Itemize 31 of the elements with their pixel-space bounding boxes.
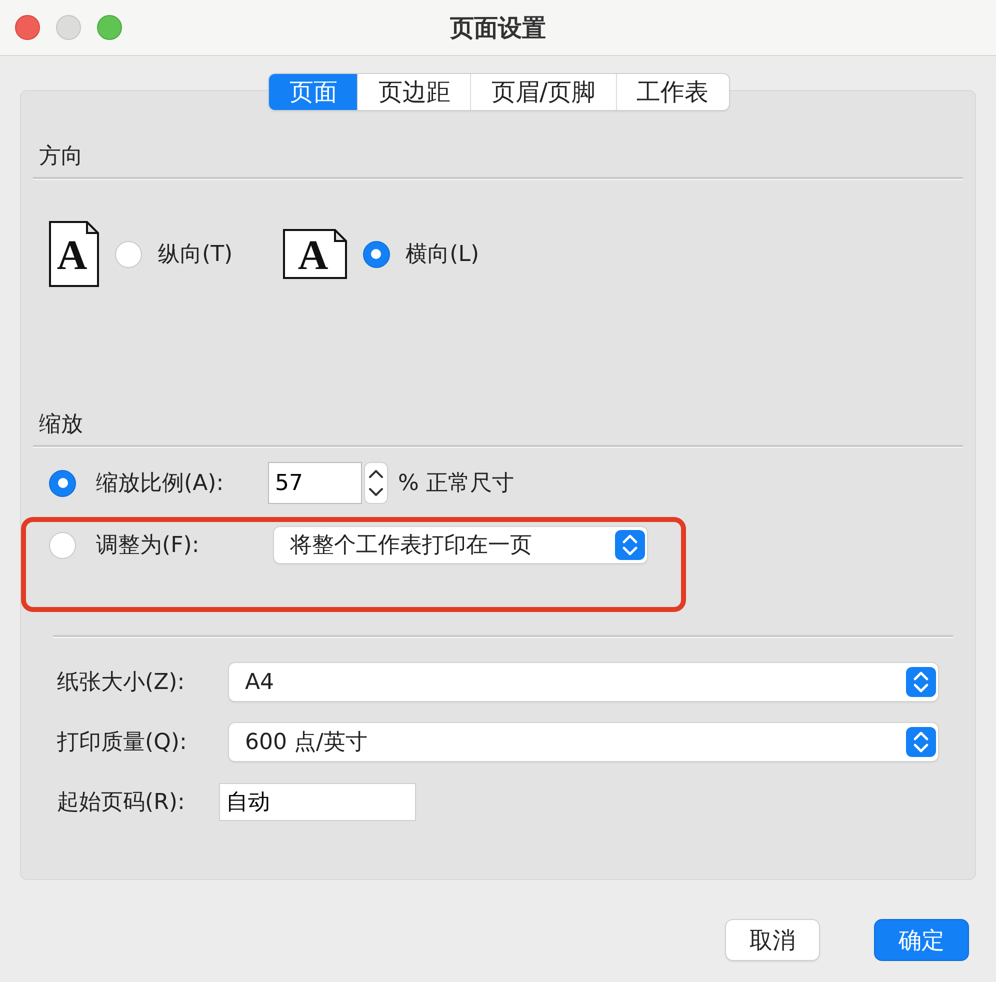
ok-button[interactable]: 确定 <box>875 920 968 960</box>
option-label: 调整为(F): <box>96 532 200 560</box>
percent-field[interactable]: 57 <box>268 462 362 504</box>
option-label: 横向(L) <box>406 241 480 269</box>
fit-popup[interactable]: 将整个工作表打印在一页 <box>274 527 647 563</box>
radio-button[interactable] <box>49 532 76 558</box>
section-heading: 方向 <box>38 143 84 171</box>
tab[interactable]: 页面 <box>269 74 358 110</box>
tab[interactable]: 页眉/页脚 <box>470 74 616 110</box>
section-heading: 缩放 <box>38 411 84 439</box>
option-label: 纵向(T) <box>158 241 233 269</box>
radio-button[interactable] <box>362 240 390 268</box>
field-label: 起始页码(R): <box>57 789 186 817</box>
popup-button[interactable]: A4 <box>229 663 938 701</box>
tab[interactable]: 页边距 <box>357 74 470 110</box>
window-title: 页面设置 <box>450 14 546 42</box>
option-label: 缩放比例(A): <box>96 470 225 498</box>
input-field[interactable]: 自动 <box>219 783 416 821</box>
chevron-icon <box>906 667 936 697</box>
popup-button[interactable]: 600 点/英寸 <box>229 723 938 761</box>
radio-button[interactable] <box>115 240 142 268</box>
chevron-icon <box>615 530 645 560</box>
chevron-icon <box>906 727 936 757</box>
field-label: 打印质量(Q): <box>57 729 188 757</box>
stepper[interactable] <box>364 462 388 504</box>
cancel-button[interactable]: 取消 <box>726 920 819 960</box>
percent-suffix: % 正常尺寸 <box>398 470 515 498</box>
radio-button[interactable] <box>49 470 76 496</box>
zoom-button[interactable] <box>97 15 122 40</box>
field-label: 纸张大小(Z): <box>57 669 186 697</box>
close-button[interactable] <box>15 15 40 40</box>
